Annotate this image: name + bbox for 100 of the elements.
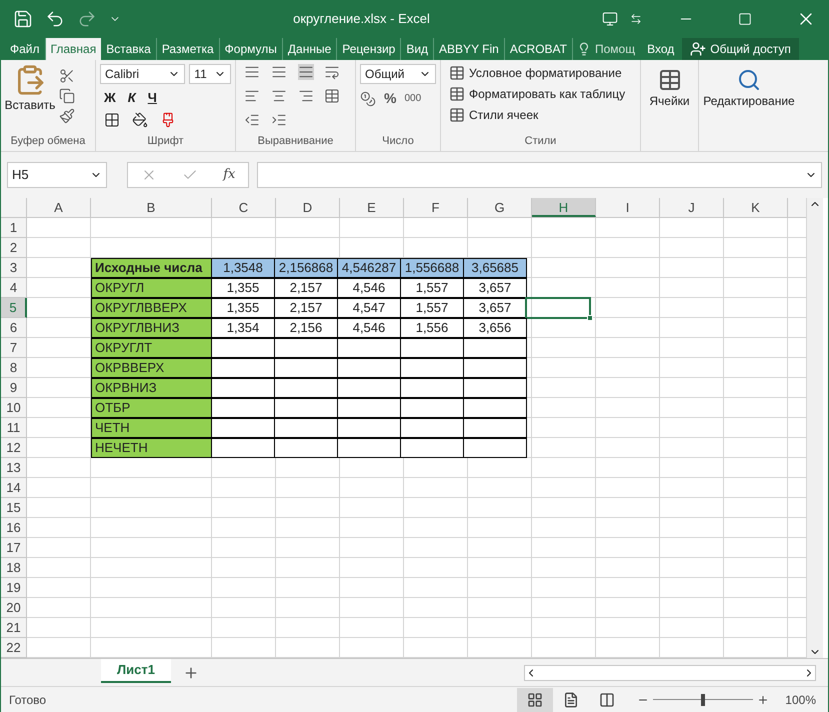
value-cell[interactable] [211, 378, 275, 398]
label-cell[interactable]: ОТБР [91, 398, 212, 418]
value-cell[interactable] [211, 398, 275, 418]
bold-button[interactable]: Ж [104, 88, 116, 108]
label-cell[interactable]: НЕЧЕТН [91, 438, 212, 458]
row-header[interactable]: 22 [1, 638, 27, 658]
value-cell[interactable] [463, 438, 527, 458]
label-cell[interactable]: ЧЕТН [91, 418, 212, 438]
column-header[interactable]: K [724, 198, 788, 217]
value-cell[interactable]: 1,557 [400, 278, 464, 298]
styles-button[interactable]: Форматировать как таблицу [449, 85, 632, 103]
value-cell[interactable] [400, 418, 464, 438]
value-cell[interactable] [274, 378, 338, 398]
align-bottom-icon[interactable] [298, 64, 314, 80]
value-cell[interactable] [463, 398, 527, 418]
value-cell[interactable] [274, 418, 338, 438]
value-cell[interactable]: 1,557 [400, 298, 464, 318]
number-format-dropdown[interactable]: Общий [360, 64, 436, 84]
label-cell[interactable]: ОКРУГЛ [91, 278, 212, 298]
sheet-tab[interactable]: Лист1 [101, 658, 171, 682]
value-cell[interactable] [400, 398, 464, 418]
value-cell[interactable]: 1,556 [400, 318, 464, 338]
column-header[interactable]: C [212, 198, 276, 217]
value-cell[interactable] [211, 358, 275, 378]
row-header[interactable]: 18 [1, 558, 27, 578]
zoom-slider[interactable] [653, 694, 754, 706]
align-middle-icon[interactable] [270, 64, 287, 80]
value-cell[interactable]: 1,354 [211, 318, 275, 338]
value-cell[interactable]: 2,156 [274, 318, 338, 338]
vertical-scrollbar[interactable] [806, 198, 823, 658]
cells-button[interactable]: Ячейки [641, 60, 699, 151]
column-header[interactable]: F [404, 198, 468, 217]
label-cell[interactable]: ОКРВНИЗ [91, 378, 212, 398]
column-header[interactable]: B [91, 198, 212, 217]
column-header[interactable]: A [27, 198, 91, 217]
tell-me-button[interactable]: Помощ [572, 38, 640, 60]
styles-button[interactable]: Условное форматирование [449, 64, 632, 82]
row-header[interactable]: 20 [1, 598, 27, 618]
view-button[interactable] [517, 688, 554, 712]
row-header[interactable]: 12 [1, 438, 27, 458]
row-header[interactable]: 4 [1, 278, 27, 298]
row-header[interactable]: 8 [1, 358, 27, 378]
row-header[interactable]: 21 [1, 618, 27, 638]
value-cell[interactable]: 3,657 [463, 278, 527, 298]
row-header[interactable]: 15 [1, 498, 27, 518]
value-cell[interactable] [274, 338, 338, 358]
maximize-icon[interactable] [738, 12, 752, 26]
row-header[interactable]: 17 [1, 538, 27, 558]
undo-icon[interactable] [45, 9, 65, 29]
row-header[interactable]: 14 [1, 478, 27, 498]
value-cell[interactable]: 3,657 [463, 298, 527, 318]
value-cell[interactable] [337, 418, 401, 438]
row-header[interactable]: 9 [1, 378, 27, 398]
percent-button[interactable]: % [384, 88, 396, 109]
value-cell[interactable]: 1,355 [211, 298, 275, 318]
column-header[interactable]: D [276, 198, 340, 217]
wrap-text-icon[interactable] [324, 64, 340, 80]
column-header[interactable]: I [596, 198, 660, 217]
column-header[interactable]: J [660, 198, 724, 217]
row-header[interactable]: 19 [1, 578, 27, 598]
share-button[interactable]: Общий доступ [682, 38, 799, 60]
format-painter-icon[interactable] [59, 108, 75, 124]
value-cell[interactable] [337, 398, 401, 418]
header-cell[interactable]: 3,65685 [463, 258, 527, 278]
row-header[interactable]: 10 [1, 398, 27, 418]
value-cell[interactable] [463, 358, 527, 378]
cut-icon[interactable] [59, 68, 75, 84]
row-header[interactable]: 11 [1, 418, 27, 438]
value-cell[interactable] [400, 358, 464, 378]
column-header[interactable]: H [532, 198, 596, 217]
value-cell[interactable] [211, 438, 275, 458]
value-cell[interactable] [337, 358, 401, 378]
value-cell[interactable]: 1,355 [211, 278, 275, 298]
row-header[interactable]: 2 [1, 238, 27, 258]
insert-function-button[interactable]: fx [223, 165, 236, 185]
header-cell[interactable]: 4,546287 [337, 258, 401, 278]
row-header[interactable]: 1 [1, 218, 27, 238]
copy-icon[interactable] [59, 88, 75, 104]
header-cell[interactable]: 2,156868 [274, 258, 338, 278]
formula-field[interactable] [257, 162, 822, 188]
value-cell[interactable]: 3,656 [463, 318, 527, 338]
value-cell[interactable] [274, 438, 338, 458]
name-box[interactable]: H5 [7, 162, 107, 188]
row-header[interactable]: 3 [1, 258, 27, 278]
value-cell[interactable]: 2,157 [274, 298, 338, 318]
font-size-dropdown[interactable]: 11 [189, 64, 231, 84]
label-cell[interactable]: ОКРВВЕРХ [91, 358, 212, 378]
value-cell[interactable] [337, 438, 401, 458]
value-cell[interactable] [400, 438, 464, 458]
row-header[interactable]: 16 [1, 518, 27, 538]
save-icon[interactable] [13, 9, 33, 29]
merge-icon[interactable] [324, 88, 340, 104]
zoom-level[interactable]: 100% [785, 690, 816, 708]
editing-button[interactable]: Редактирование [699, 60, 799, 151]
label-cell[interactable]: ОКРУГЛВВЕРХ [91, 298, 212, 318]
ribbon-tab[interactable]: Главная [46, 38, 102, 60]
value-cell[interactable] [337, 338, 401, 358]
add-sheet-icon[interactable] [182, 664, 199, 680]
font-dropdown[interactable]: Calibri [100, 64, 186, 84]
row-header[interactable]: 13 [1, 458, 27, 478]
